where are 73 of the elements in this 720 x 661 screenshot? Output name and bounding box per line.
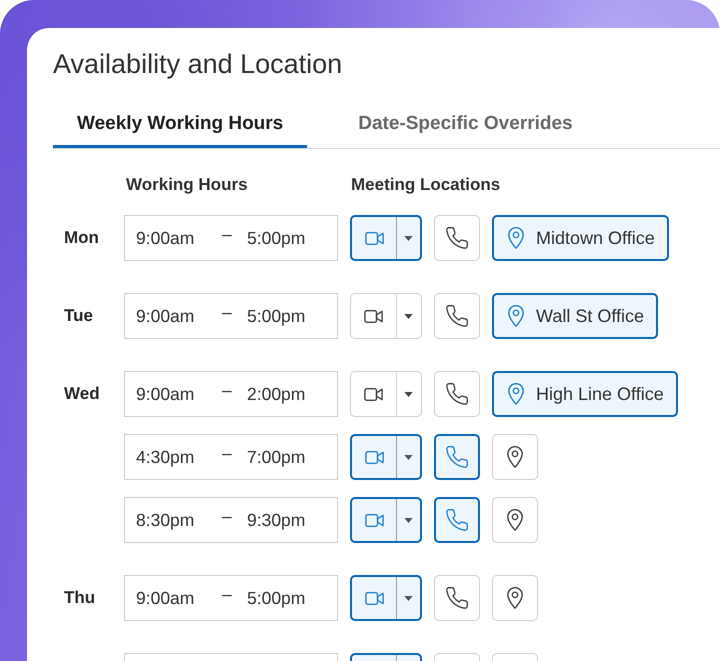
map-pin-icon: [507, 509, 523, 531]
phone-icon: [446, 509, 468, 531]
phone-icon: [446, 305, 468, 327]
time-range-field[interactable]: 9:00am – 5:00pm: [124, 293, 338, 339]
time-range-field[interactable]: 4:30pm – 7:00pm: [124, 434, 338, 480]
day-label: Wed: [64, 383, 100, 405]
end-time: 5:00pm: [247, 586, 306, 610]
range-dash: –: [222, 301, 233, 324]
video-button[interactable]: [350, 497, 396, 543]
caret-icon: [404, 518, 412, 522]
start-time: 9:00am: [136, 586, 196, 610]
end-time: 7:00pm: [247, 446, 306, 469]
dropdown-toggle[interactable]: [396, 497, 422, 543]
video-camera-icon: [364, 310, 383, 322]
time-range-field[interactable]: 9:00am – 5:00pm: [124, 215, 338, 261]
time-range-field[interactable]: 9:00am – 2:00pm: [124, 371, 338, 417]
day-label: Tue: [64, 305, 93, 327]
map-pin-icon: [507, 587, 523, 609]
video-camera-icon: [364, 232, 384, 244]
caret-icon: [404, 392, 413, 396]
phone-icon: [446, 383, 468, 405]
time-range-field[interactable]: 9:00am – 5:00pm: [124, 575, 338, 621]
day-label: Mon: [64, 227, 99, 249]
column-header: Working Hours: [126, 174, 249, 196]
phone-icon: [446, 446, 468, 468]
start-time: 9:00am: [136, 382, 196, 406]
video-camera-icon: [364, 592, 384, 604]
tab[interactable]: Date-Specific Overrides: [334, 105, 597, 148]
phone-button[interactable]: [434, 497, 480, 543]
phone-icon: [446, 587, 468, 609]
end-time: 5:00pm: [247, 304, 306, 328]
location-button[interactable]: High Line Office: [492, 371, 678, 417]
start-time: 8:30pm: [136, 508, 196, 532]
column-header: Meeting Locations: [351, 174, 500, 196]
phone-button[interactable]: [434, 434, 480, 480]
end-time: 5:00pm: [247, 226, 306, 250]
day-label: Thu: [64, 587, 96, 609]
map-pin-icon: [508, 227, 524, 249]
range-dash: –: [222, 379, 233, 402]
range-dash: –: [222, 223, 233, 246]
range-dash: –: [222, 442, 233, 466]
end-time: 2:00pm: [247, 382, 306, 406]
start-time: 9:00am: [136, 304, 196, 328]
caret-icon: [404, 236, 412, 240]
end-time: 9:30pm: [247, 508, 306, 532]
location-button[interactable]: [492, 575, 538, 621]
map-pin-icon: [507, 446, 523, 468]
range-dash: –: [222, 583, 233, 606]
caret-icon: [404, 596, 412, 600]
page-title: Availability and Location: [53, 48, 344, 80]
caret-icon: [404, 454, 412, 460]
video-button[interactable]: [350, 215, 396, 261]
video-camera-icon: [364, 388, 383, 400]
video-button[interactable]: [350, 434, 396, 480]
dropdown-toggle[interactable]: [396, 215, 422, 261]
range-dash: –: [222, 505, 233, 528]
start-time: 4:30pm: [136, 446, 196, 469]
location-button[interactable]: [492, 434, 538, 480]
location-button[interactable]: [492, 497, 538, 543]
dropdown-toggle[interactable]: [396, 434, 422, 480]
dropdown-toggle[interactable]: [396, 575, 422, 621]
location-button[interactable]: Midtown Office: [492, 215, 669, 261]
start-time: 9:00am: [136, 226, 196, 250]
video-button[interactable]: [350, 575, 396, 621]
map-pin-icon: [508, 305, 524, 327]
time-range-field[interactable]: 8:30pm – 9:30pm: [124, 497, 338, 543]
location-button[interactable]: Wall St Office: [492, 293, 658, 339]
tab[interactable]: Weekly Working Hours: [53, 105, 308, 148]
phone-icon: [446, 227, 468, 249]
map-pin-icon: [508, 383, 524, 405]
caret-icon: [404, 314, 413, 318]
video-camera-icon: [364, 514, 384, 526]
video-camera-icon: [364, 450, 384, 464]
